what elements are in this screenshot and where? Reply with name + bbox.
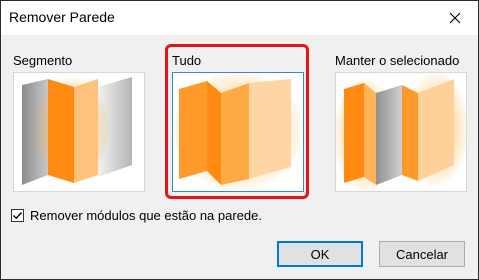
dialog-window: Remover Parede Segmento Tudo Manter o se… — [0, 0, 479, 280]
cancel-button[interactable]: Cancelar — [379, 241, 465, 267]
close-icon — [449, 12, 461, 24]
remove-modules-row[interactable]: Remover módulos que estão na parede. — [11, 208, 262, 223]
close-button[interactable] — [432, 1, 478, 35]
remove-modules-label: Remover módulos que estão na parede. — [30, 208, 262, 223]
wall-segment-icon — [22, 77, 132, 185]
option-manter-preview[interactable] — [335, 72, 467, 192]
selection-highlight-box — [165, 44, 309, 199]
ok-button[interactable]: OK — [277, 241, 363, 267]
window-title: Remover Parede — [9, 9, 115, 25]
wall-keep-selected-icon — [336, 73, 466, 191]
option-label-manter: Manter o selecionado — [335, 53, 460, 68]
title-bar[interactable]: Remover Parede — [1, 1, 478, 35]
option-label-segmento: Segmento — [13, 53, 73, 68]
remove-modules-checkbox[interactable] — [11, 209, 24, 222]
option-segmento-preview[interactable] — [13, 72, 145, 192]
checkmark-icon — [13, 212, 23, 220]
